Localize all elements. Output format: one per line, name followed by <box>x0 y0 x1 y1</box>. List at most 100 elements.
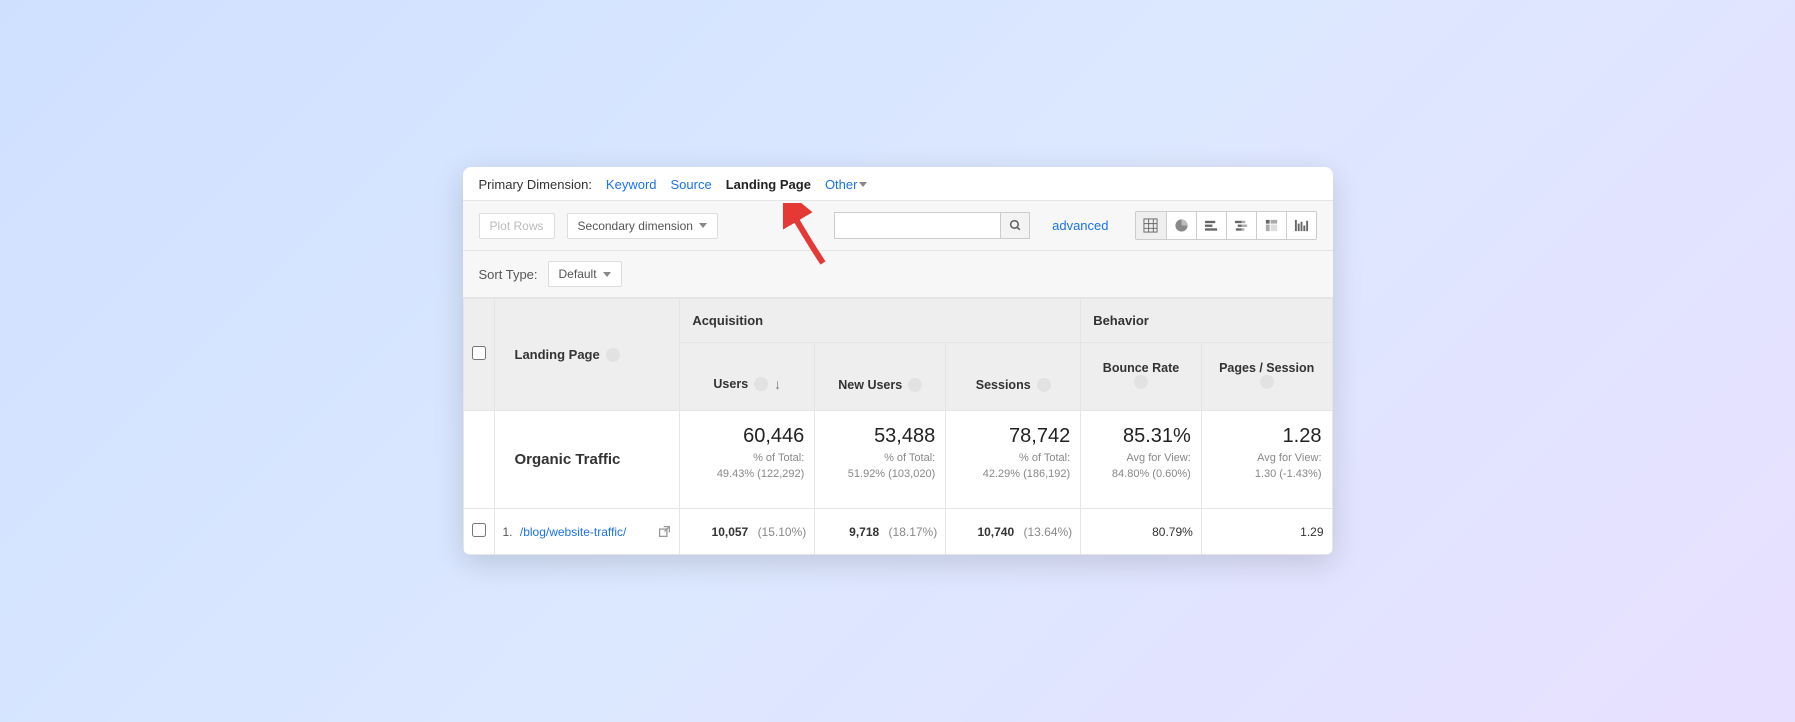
total-pps-sub2: 1.30 (-1.43%) <box>1255 468 1322 480</box>
comparison-icon <box>1234 218 1249 233</box>
view-bar-button[interactable] <box>1196 212 1226 239</box>
advanced-link[interactable]: advanced <box>1052 218 1108 233</box>
help-icon[interactable] <box>754 377 768 391</box>
row-checkbox[interactable] <box>472 523 486 537</box>
row-landing-page-cell: 1. /blog/website-traffic/ <box>494 509 680 555</box>
dimension-keyword[interactable]: Keyword <box>606 177 657 192</box>
total-sessions-sub1: % of Total: <box>1019 452 1070 464</box>
help-icon[interactable] <box>1134 375 1148 389</box>
help-icon[interactable] <box>1037 378 1051 392</box>
behavior-group-header: Behavior <box>1081 299 1332 343</box>
row-users-pct: (15.10%) <box>758 525 807 539</box>
total-bounce-value: 85.31% <box>1091 425 1191 448</box>
select-all-checkbox[interactable] <box>472 346 486 360</box>
total-new-users-value: 53,488 <box>825 425 935 448</box>
bars-icon <box>1294 218 1309 233</box>
open-external-icon[interactable] <box>658 525 671 538</box>
dimension-landing-page[interactable]: Landing Page <box>726 177 811 192</box>
row-bounce: 80.79% <box>1081 509 1202 555</box>
pivot-icon <box>1264 218 1279 233</box>
secondary-dimension-button[interactable]: Secondary dimension <box>567 213 718 239</box>
plot-rows-button: Plot Rows <box>479 213 555 239</box>
search-button[interactable] <box>1000 212 1030 239</box>
dimension-other[interactable]: Other <box>825 177 868 192</box>
total-new-users-sub2: 51.92% (103,020) <box>848 468 935 480</box>
sessions-header-label: Sessions <box>976 378 1031 392</box>
sort-desc-icon: ↓ <box>774 376 781 392</box>
total-sessions: 78,742 % of Total: 42.29% (186,192) <box>946 411 1081 509</box>
users-header[interactable]: Users ↓ <box>680 343 815 411</box>
help-icon[interactable] <box>1260 375 1274 389</box>
row-sessions-pct: (13.64%) <box>1023 525 1072 539</box>
landing-page-header-label: Landing Page <box>515 347 600 362</box>
primary-dimension-row: Primary Dimension: Keyword Source Landin… <box>463 167 1333 201</box>
view-toggle-group <box>1135 211 1317 240</box>
row-users-value: 10,057 <box>712 525 749 539</box>
table-icon <box>1143 218 1158 233</box>
bounce-rate-header-label: Bounce Rate <box>1103 361 1179 375</box>
sort-label: Sort Type: <box>479 267 538 282</box>
total-users: 60,446 % of Total: 49.43% (122,292) <box>680 411 815 509</box>
search-icon <box>1009 219 1022 232</box>
sort-type-value: Default <box>559 267 597 281</box>
row-sessions-value: 10,740 <box>977 525 1014 539</box>
new-users-header[interactable]: New Users <box>815 343 946 411</box>
row-new-users-pct: (18.17%) <box>889 525 938 539</box>
row-users: 10,057 (15.10%) <box>680 509 815 555</box>
select-all-header <box>463 299 494 411</box>
dimension-source[interactable]: Source <box>671 177 712 192</box>
view-comparison-button[interactable] <box>1226 212 1256 239</box>
view-pivot-button[interactable] <box>1256 212 1286 239</box>
view-table-button[interactable] <box>1136 212 1166 239</box>
pps-header[interactable]: Pages / Session <box>1201 343 1332 411</box>
total-pps-value: 1.28 <box>1212 425 1322 448</box>
new-users-header-label: New Users <box>838 378 902 392</box>
search-input[interactable] <box>834 212 1000 239</box>
total-users-value: 60,446 <box>690 425 804 448</box>
total-bounce-sub1: Avg for View: <box>1126 452 1190 464</box>
primary-dimension-label: Primary Dimension: <box>479 177 592 192</box>
table-row: 1. /blog/website-traffic/ 10,057 (15.10%… <box>463 509 1332 555</box>
row-new-users: 9,718 (18.17%) <box>815 509 946 555</box>
sort-type-button[interactable]: Default <box>548 261 622 287</box>
total-bounce: 85.31% Avg for View: 84.80% (0.60%) <box>1081 411 1202 509</box>
caret-down-icon <box>603 272 611 277</box>
total-users-sub2: 49.43% (122,292) <box>717 468 804 480</box>
search-box <box>834 212 1030 239</box>
total-bounce-sub2: 84.80% (0.60%) <box>1112 468 1191 480</box>
landing-page-header[interactable]: Landing Page <box>494 299 680 411</box>
row-pps: 1.29 <box>1201 509 1332 555</box>
help-icon[interactable] <box>908 378 922 392</box>
view-pie-button[interactable] <box>1166 212 1196 239</box>
dimension-other-label: Other <box>825 177 858 192</box>
view-cloud-button[interactable] <box>1286 212 1316 239</box>
caret-down-icon <box>859 182 867 187</box>
toolbar-row: Plot Rows Secondary dimension advanced <box>463 201 1333 251</box>
segment-name: Organic Traffic <box>494 411 680 509</box>
total-new-users: 53,488 % of Total: 51.92% (103,020) <box>815 411 946 509</box>
row-index: 1. <box>503 525 517 539</box>
total-pps: 1.28 Avg for View: 1.30 (-1.43%) <box>1201 411 1332 509</box>
acquisition-group-header: Acquisition <box>680 299 1081 343</box>
pps-header-label: Pages / Session <box>1219 361 1314 375</box>
sort-row: Sort Type: Default <box>463 251 1333 298</box>
bar-icon <box>1204 218 1219 233</box>
row-sessions: 10,740 (13.64%) <box>946 509 1081 555</box>
users-header-label: Users <box>713 377 748 391</box>
report-table: Landing Page Acquisition Behavior Users … <box>463 298 1333 555</box>
total-users-sub1: % of Total: <box>753 452 804 464</box>
bounce-rate-header[interactable]: Bounce Rate <box>1081 343 1202 411</box>
caret-down-icon <box>699 223 707 228</box>
total-sessions-sub2: 42.29% (186,192) <box>983 468 1070 480</box>
sessions-header[interactable]: Sessions <box>946 343 1081 411</box>
row-new-users-value: 9,718 <box>849 525 879 539</box>
secondary-dimension-label: Secondary dimension <box>578 219 693 233</box>
totals-row: Organic Traffic 60,446 % of Total: 49.43… <box>463 411 1332 509</box>
help-icon[interactable] <box>606 348 620 362</box>
landing-page-link[interactable]: /blog/website-traffic/ <box>520 525 627 539</box>
analytics-panel: Primary Dimension: Keyword Source Landin… <box>463 167 1333 555</box>
total-new-users-sub1: % of Total: <box>884 452 935 464</box>
total-sessions-value: 78,742 <box>956 425 1070 448</box>
total-pps-sub1: Avg for View: <box>1257 452 1321 464</box>
pie-icon <box>1174 218 1189 233</box>
